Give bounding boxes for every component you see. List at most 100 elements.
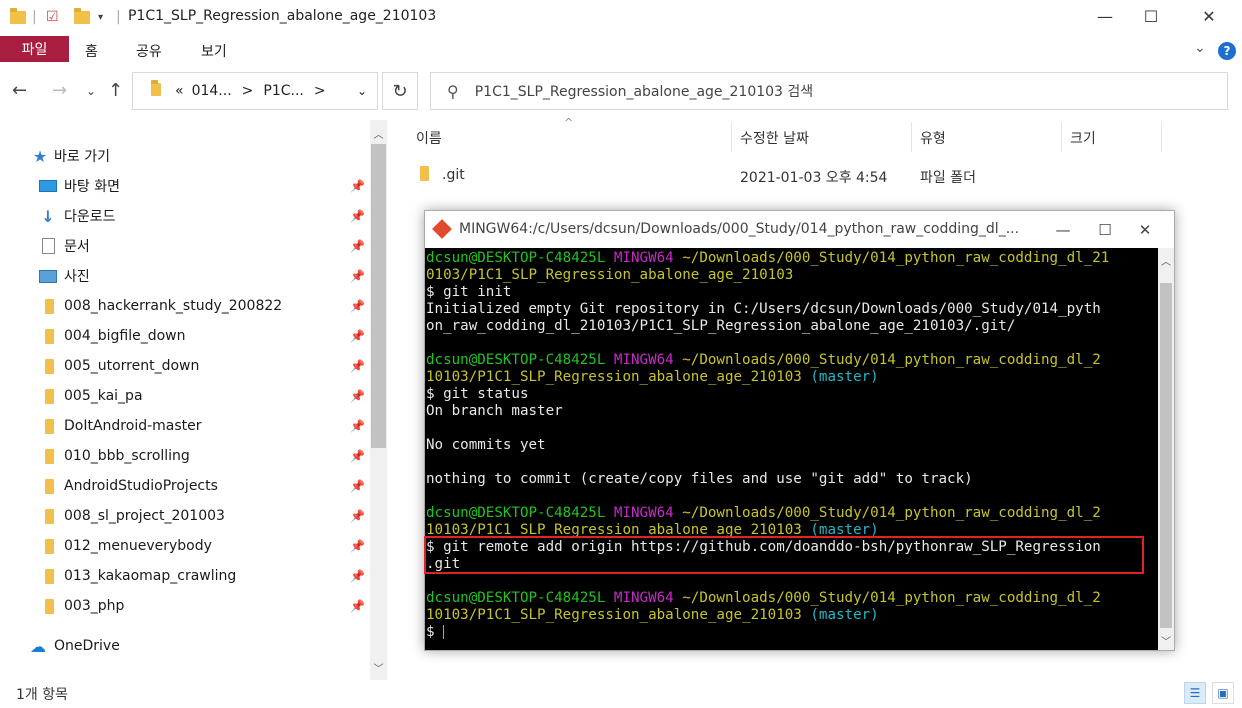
maximize-button[interactable]: ☐ (1128, 0, 1174, 32)
pin-icon[interactable]: 📌 (350, 569, 365, 583)
column-header-name[interactable]: 이름 (416, 128, 442, 148)
output-line: on_raw_codding_dl_210103/P1C1_SLP_Regres… (426, 318, 1016, 334)
sidebar-item[interactable]: AndroidStudioProjects 📌 (0, 472, 370, 500)
recent-chevron-icon[interactable]: ⌄ (86, 84, 96, 98)
large-icons-view-icon[interactable]: ▣ (1212, 682, 1234, 704)
sidebar-item-label: OneDrive (54, 638, 120, 654)
pin-icon[interactable]: 📌 (350, 359, 365, 373)
terminal-maximize-button[interactable]: ☐ (1085, 217, 1125, 243)
sidebar-item[interactable]: 005_utorrent_down 📌 (0, 352, 370, 380)
pin-icon[interactable]: 📌 (350, 389, 365, 403)
tab-share[interactable]: 공유 (136, 41, 162, 61)
scroll-up-icon[interactable]: ︿ (1158, 251, 1174, 269)
terminal-scroll-thumb[interactable] (1160, 283, 1172, 628)
terminal-output[interactable]: dcsun@DESKTOP-C48425L MINGW64 ~/Download… (425, 248, 1158, 650)
pin-icon[interactable]: 📌 (350, 179, 365, 193)
chevron-down-icon[interactable]: ⌄ (357, 84, 367, 98)
pin-icon[interactable]: 📌 (350, 419, 365, 433)
tab-view[interactable]: 보기 (201, 41, 227, 61)
terminal-title: MINGW64:/c/Users/dcsun/Downloads/000_Stu… (459, 221, 1020, 237)
desktop-icon (39, 178, 57, 194)
sidebar-item[interactable]: 문서 📌 (0, 232, 370, 260)
pin-icon[interactable]: 📌 (350, 269, 365, 283)
pin-icon[interactable]: 📌 (350, 449, 365, 463)
sidebar-item-label: 005_utorrent_down (64, 358, 200, 374)
refresh-icon: ↻ (392, 80, 408, 102)
sidebar-item[interactable]: 008_sl_project_201003 📌 (0, 502, 370, 530)
column-separator[interactable] (1061, 122, 1062, 152)
terminal-window[interactable]: MINGW64:/c/Users/dcsun/Downloads/000_Stu… (424, 210, 1175, 651)
refresh-button[interactable]: ↻ (382, 72, 418, 110)
column-header-type[interactable]: 유형 (920, 128, 946, 148)
sidebar-item-label: 004_bigfile_down (64, 328, 186, 344)
terminal-title-bar[interactable]: MINGW64:/c/Users/dcsun/Downloads/000_Stu… (425, 211, 1174, 248)
file-name[interactable]: .git (442, 167, 465, 183)
pin-icon[interactable]: 📌 (350, 329, 365, 343)
breadcrumb-overflow[interactable]: « (175, 83, 184, 99)
pin-icon[interactable]: 📌 (350, 479, 365, 493)
sidebar-item[interactable]: ↓ 다운로드 📌 (0, 202, 370, 230)
sidebar-item-quick-access[interactable]: ★ 바로 가기 (0, 142, 370, 170)
text-cursor (443, 625, 445, 639)
pin-icon[interactable]: 📌 (350, 299, 365, 313)
prompt-symbol: $ (426, 624, 444, 640)
pin-icon[interactable]: 📌 (350, 539, 365, 553)
sidebar-item-label: 010_bbb_scrolling (64, 448, 190, 464)
sidebar-item[interactable]: 004_bigfile_down 📌 (0, 322, 370, 350)
terminal-minimize-button[interactable]: — (1043, 217, 1083, 243)
sidebar-item[interactable]: 사진 📌 (0, 262, 370, 290)
tab-file[interactable]: 파일 (0, 36, 69, 62)
sidebar-item-label: 다운로드 (64, 209, 116, 225)
forward-arrow-icon[interactable]: → (52, 80, 67, 101)
customize-toolbar-icon[interactable]: ▾ (98, 6, 103, 28)
output-line: On branch master (426, 403, 563, 419)
output-line: nothing to commit (create/copy files and… (426, 471, 973, 487)
help-icon[interactable]: ? (1218, 42, 1236, 60)
column-separator[interactable] (911, 122, 912, 152)
sidebar-item[interactable]: 010_bbb_scrolling 📌 (0, 442, 370, 470)
sidebar-scroll-thumb[interactable] (371, 144, 386, 448)
prompt-shell: MINGW64 (613, 505, 674, 521)
search-box[interactable]: ⚲ P1C1_SLP_Regression_abalone_age_210103… (430, 72, 1228, 110)
pin-icon[interactable]: 📌 (350, 239, 365, 253)
sidebar-item[interactable]: 003_php 📌 (0, 592, 370, 620)
sidebar-item-onedrive[interactable]: ☁ OneDrive (0, 632, 370, 660)
breadcrumb-separator[interactable]: > (314, 83, 326, 99)
chevron-down-icon[interactable]: ⌄ (1194, 40, 1206, 56)
tab-home[interactable]: 홈 (85, 41, 98, 61)
sidebar-item[interactable]: 005_kai_pa 📌 (0, 382, 370, 410)
back-arrow-icon[interactable]: ← (12, 80, 27, 101)
sidebar-item[interactable]: 012_menueverybody 📌 (0, 532, 370, 560)
search-input[interactable]: P1C1_SLP_Regression_abalone_age_210103 검… (475, 81, 813, 101)
terminal-close-button[interactable]: ✕ (1125, 217, 1165, 243)
file-type: 파일 폴더 (920, 170, 976, 186)
prompt-path: ~/Downloads/000_Study/014_python_raw_cod… (682, 590, 1101, 606)
minimize-button[interactable]: — (1082, 0, 1128, 32)
close-button[interactable]: ✕ (1186, 0, 1232, 32)
command-line: $ git status (426, 386, 529, 402)
breadcrumb-item[interactable]: 014... (192, 83, 232, 99)
folder-icon (40, 298, 58, 314)
sort-ascending-icon: ^ (564, 116, 574, 129)
sidebar-item[interactable]: 008_hackerrank_study_200822 📌 (0, 292, 370, 320)
up-arrow-icon[interactable]: ↑ (108, 80, 123, 101)
column-separator[interactable] (731, 122, 732, 152)
breadcrumb-separator[interactable]: > (242, 83, 254, 99)
pin-icon[interactable]: 📌 (350, 509, 365, 523)
pin-icon[interactable]: 📌 (350, 209, 365, 223)
column-separator[interactable] (1161, 122, 1162, 152)
address-bar[interactable]: « 014... > P1C... > ⌄ (132, 72, 378, 110)
scroll-down-icon[interactable]: ﹀ (1158, 631, 1174, 649)
properties-icon[interactable]: ☑ (46, 6, 59, 28)
sidebar-item[interactable]: 013_kakaomap_crawling 📌 (0, 562, 370, 590)
pin-icon[interactable]: 📌 (350, 599, 365, 613)
column-header-size[interactable]: 크기 (1070, 128, 1096, 148)
breadcrumb-item[interactable]: P1C... (263, 83, 303, 99)
sidebar-item[interactable]: 바탕 화면 📌 (0, 172, 370, 200)
details-view-icon[interactable]: ☰ (1184, 682, 1206, 704)
sidebar-item[interactable]: DoItAndroid-master 📌 (0, 412, 370, 440)
scroll-down-icon[interactable]: ﹀ (370, 658, 387, 676)
scroll-up-icon[interactable]: ︿ (370, 124, 387, 142)
column-header-modified[interactable]: 수정한 날짜 (740, 128, 809, 148)
new-folder-icon[interactable] (74, 6, 90, 28)
